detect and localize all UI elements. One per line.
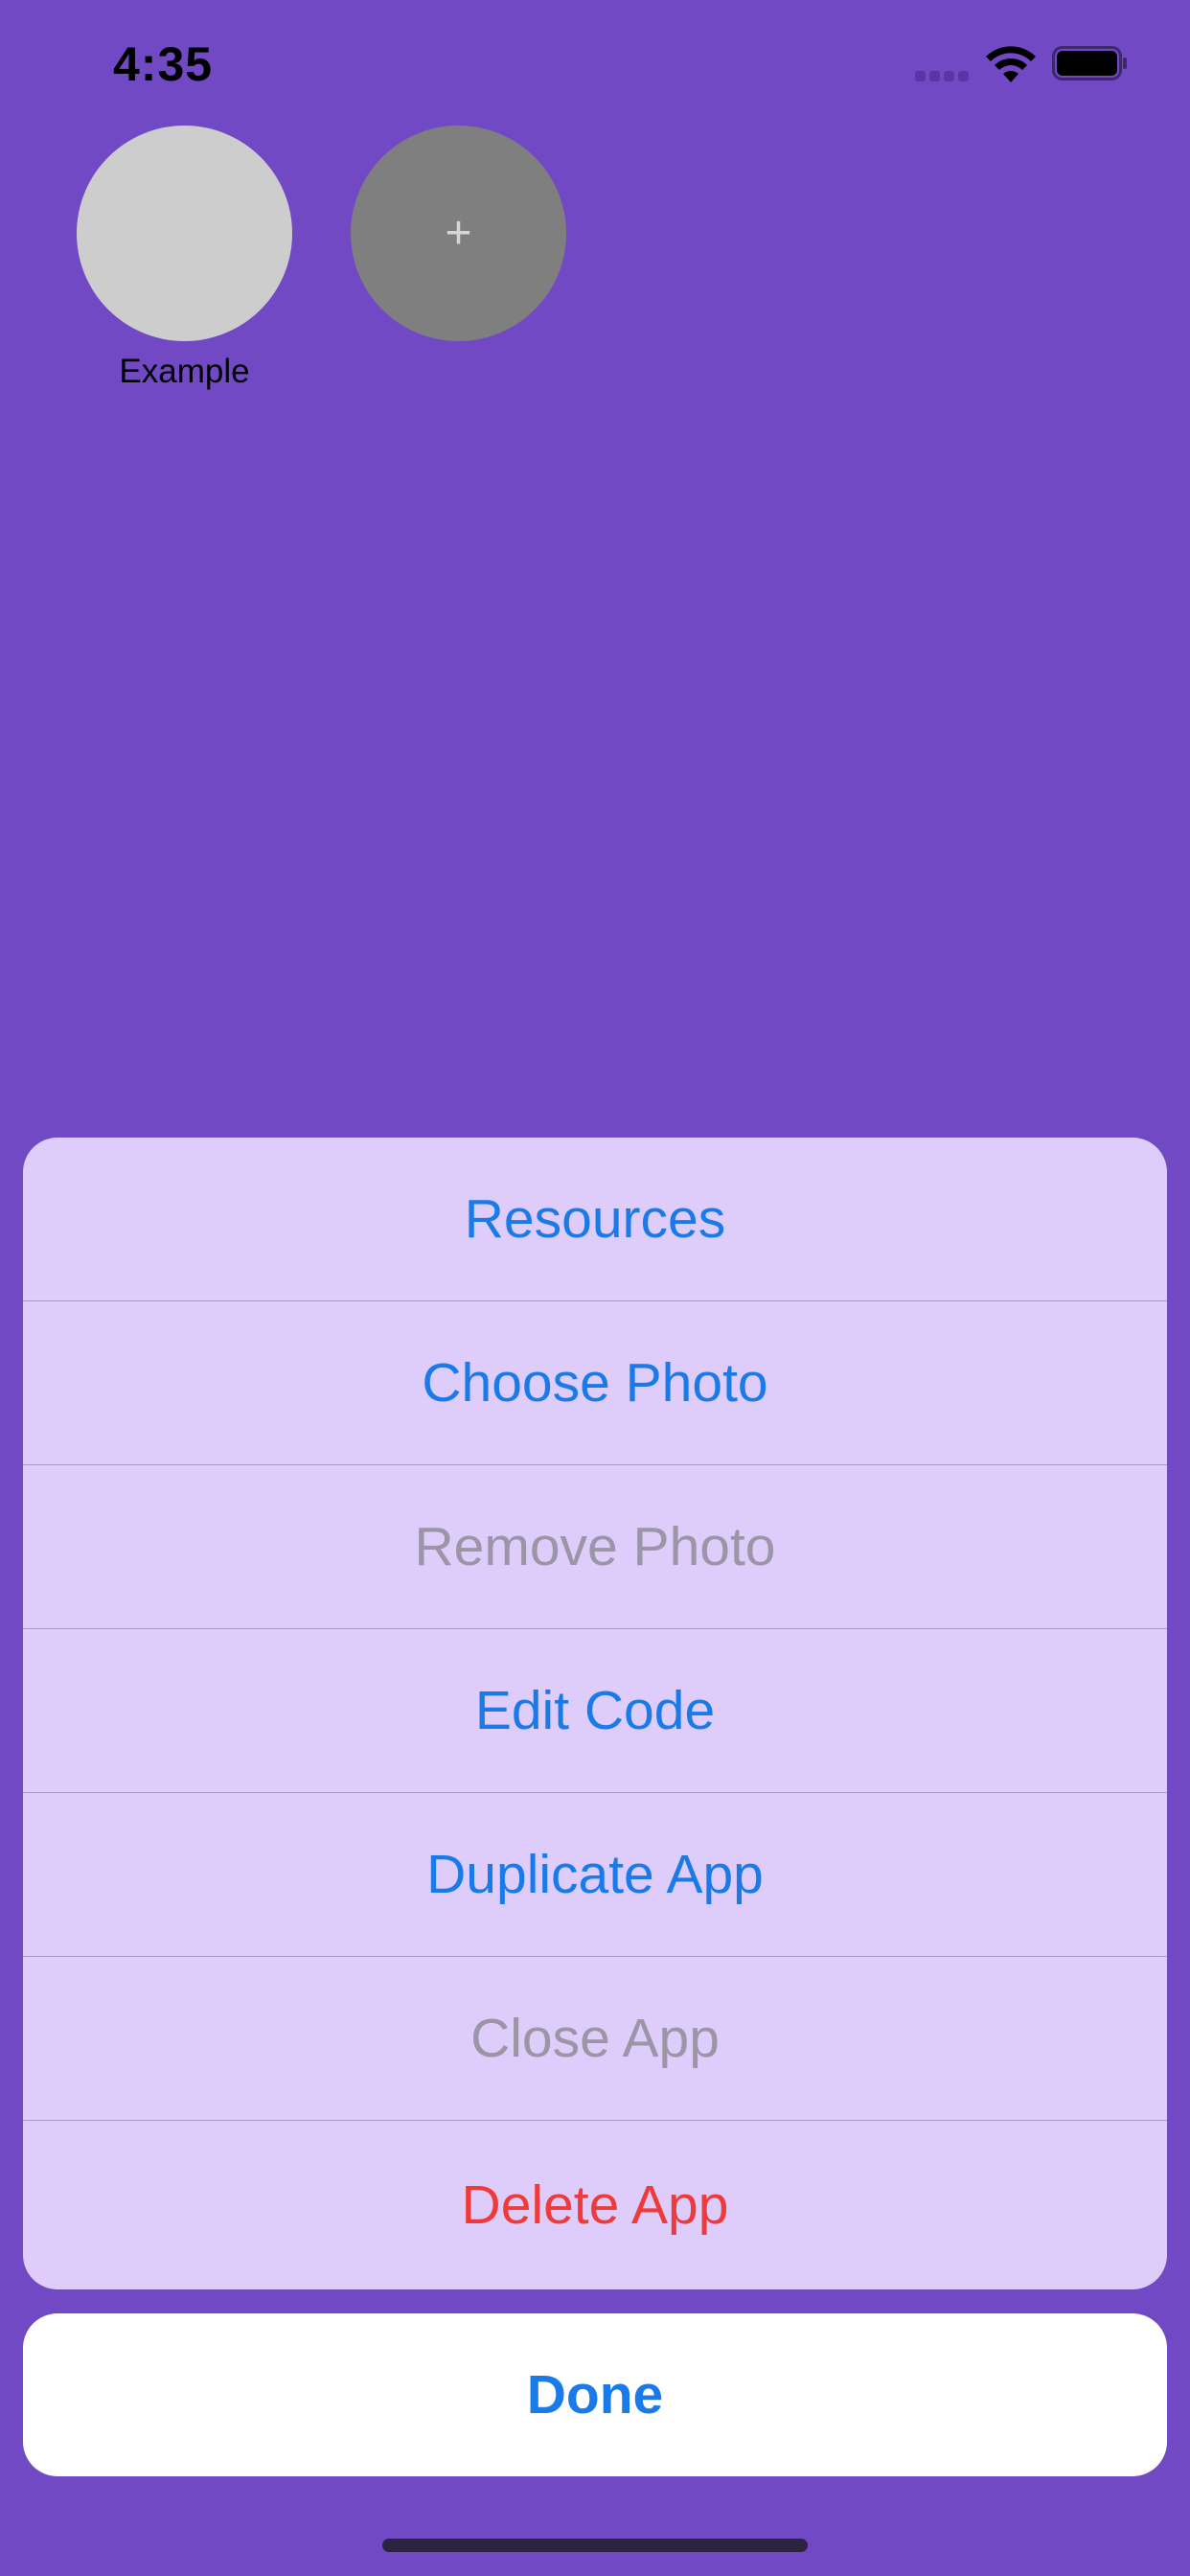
choose-photo-button[interactable]: Choose Photo <box>23 1301 1167 1465</box>
close-app-button[interactable]: Close App <box>23 1957 1167 2121</box>
status-bar: 4:35 <box>0 0 1190 134</box>
edit-code-button[interactable]: Edit Code <box>23 1629 1167 1793</box>
plus-icon: + <box>445 208 472 259</box>
duplicate-app-button[interactable]: Duplicate App <box>23 1793 1167 1957</box>
remove-photo-button[interactable]: Remove Photo <box>23 1465 1167 1629</box>
cellular-signal-icon <box>915 71 971 82</box>
home-indicator[interactable] <box>382 2539 808 2552</box>
status-time: 4:35 <box>113 37 214 91</box>
action-sheet: Resources Choose Photo Remove Photo Edit… <box>23 1138 1167 2289</box>
app-tile-label: Example <box>119 353 250 390</box>
battery-icon <box>1052 46 1127 80</box>
done-button[interactable]: Done <box>23 2313 1167 2476</box>
delete-app-button[interactable]: Delete App <box>23 2121 1167 2289</box>
wifi-icon <box>986 46 1036 82</box>
resources-button[interactable]: Resources <box>23 1138 1167 1301</box>
add-app-button[interactable]: + <box>351 126 566 341</box>
app-tile-example[interactable] <box>77 126 292 341</box>
